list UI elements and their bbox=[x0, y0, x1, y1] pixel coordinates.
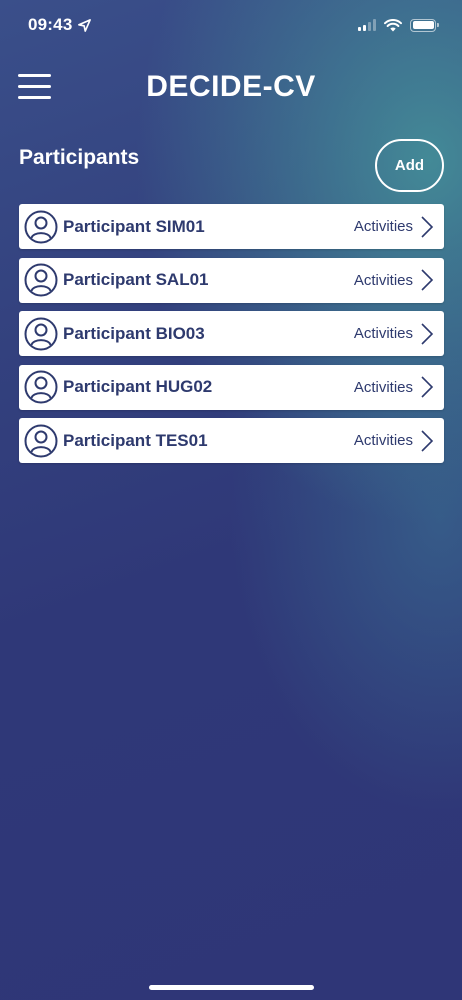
app-title: DECIDE-CV bbox=[146, 70, 316, 103]
activities-link[interactable]: Activities bbox=[354, 218, 413, 235]
battery-icon bbox=[410, 18, 439, 32]
status-icons bbox=[358, 18, 439, 32]
participant-name: Participant BIO03 bbox=[63, 323, 205, 343]
home-indicator[interactable] bbox=[149, 985, 314, 990]
activities-link[interactable]: Activities bbox=[354, 379, 413, 396]
user-avatar-icon bbox=[24, 210, 58, 243]
chevron-right-icon bbox=[421, 376, 434, 398]
cellular-signal-icon bbox=[358, 19, 376, 31]
participant-name: Participant SAL01 bbox=[63, 270, 209, 289]
participant-list: Participant SIM01 Activities Participant… bbox=[19, 204, 444, 472]
status-time-group: 09:43 bbox=[28, 15, 92, 35]
participant-row[interactable]: Participant SIM01 Activities bbox=[19, 204, 444, 249]
activities-link[interactable]: Activities bbox=[354, 432, 413, 449]
location-arrow-icon bbox=[78, 18, 92, 32]
participant-name: Participant TES01 bbox=[63, 430, 208, 450]
user-avatar-icon bbox=[24, 317, 58, 350]
user-avatar-icon bbox=[24, 263, 58, 297]
participant-row[interactable]: Participant HUG02 Activities bbox=[19, 364, 444, 410]
participant-name: Participant HUG02 bbox=[63, 377, 213, 396]
activities-link[interactable]: Activities bbox=[354, 272, 413, 289]
user-avatar-icon bbox=[24, 370, 58, 404]
activities-link[interactable]: Activities bbox=[354, 325, 413, 342]
chevron-right-icon bbox=[421, 322, 434, 345]
status-bar: 09:43 bbox=[0, 0, 462, 50]
participant-row[interactable]: Participant SAL01 Activities bbox=[19, 257, 444, 303]
participant-row[interactable]: Participant BIO03 Activities bbox=[19, 311, 444, 356]
add-participant-button[interactable]: Add bbox=[375, 139, 444, 192]
participant-name: Participant SIM01 bbox=[63, 216, 205, 236]
app-header: DECIDE-CV bbox=[0, 64, 462, 112]
participant-row[interactable]: Participant TES01 Activities bbox=[19, 418, 444, 463]
chevron-right-icon bbox=[421, 215, 434, 238]
wifi-icon bbox=[384, 18, 402, 31]
status-time: 09:43 bbox=[28, 15, 73, 34]
participants-heading: Participants bbox=[19, 146, 140, 169]
chevron-right-icon bbox=[421, 269, 434, 291]
user-avatar-icon bbox=[24, 424, 58, 457]
chevron-right-icon bbox=[421, 429, 434, 452]
